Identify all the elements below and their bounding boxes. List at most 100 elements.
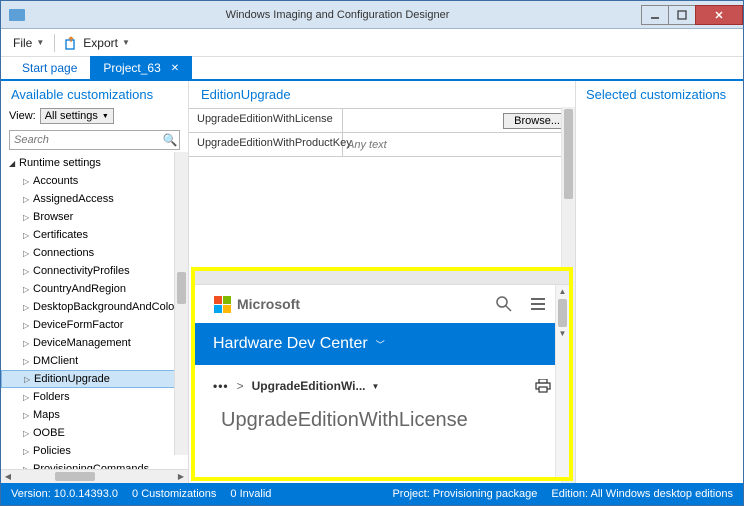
window-title: Windows Imaging and Configuration Design… (33, 9, 642, 21)
app-icon (9, 9, 25, 21)
prop-label-license: UpgradeEditionWithLicense (189, 109, 343, 132)
minimize-button[interactable] (641, 5, 669, 25)
search-row: 🔍 (9, 130, 180, 150)
prop-label-productkey: UpgradeEditionWithProductKey (189, 133, 343, 156)
tree-item-editionupgrade[interactable]: ▷EditionUpgrade (1, 370, 188, 388)
tab-start-page[interactable]: Start page (9, 56, 90, 79)
microsoft-logo-icon (213, 295, 231, 313)
tree-item-devicemanagement[interactable]: ▷DeviceManagement (1, 334, 188, 352)
table-row: UpgradeEditionWithProductKey (189, 133, 575, 157)
search-icon[interactable]: 🔍 (161, 133, 179, 147)
status-invalid: 0 Invalid (230, 488, 271, 500)
expand-icon: ▷ (23, 177, 33, 186)
search-icon[interactable] (495, 295, 513, 313)
doc-topbar (195, 271, 569, 285)
tree-item-accounts[interactable]: ▷Accounts (1, 172, 188, 190)
tree-item-label: Maps (33, 409, 60, 421)
scrollbar-thumb[interactable] (558, 299, 567, 327)
property-table: UpgradeEditionWithLicense Browse... Upgr… (189, 108, 575, 157)
tree-item-assignedaccess[interactable]: ▷AssignedAccess (1, 190, 188, 208)
chevron-down-icon: ▼ (36, 38, 44, 47)
expand-icon: ▷ (23, 393, 33, 402)
scroll-left-icon[interactable]: ◀ (1, 472, 15, 481)
scrollbar-thumb[interactable] (177, 272, 186, 304)
expand-icon: ▷ (23, 447, 33, 456)
doc-vertical-scrollbar[interactable]: ▲ ▼ (555, 285, 569, 477)
close-tab-icon[interactable]: ✕ (171, 63, 179, 74)
breadcrumb-more-icon[interactable]: ••• (213, 379, 229, 393)
doc-section-header[interactable]: Hardware Dev Center﹀ (195, 323, 569, 365)
tree-item-label: DeviceFormFactor (33, 319, 123, 331)
tree-item-deviceformfactor[interactable]: ▷DeviceFormFactor (1, 316, 188, 334)
tree-item-label: DMClient (33, 355, 78, 367)
doc-title: UpgradeEditionWithLicense (195, 401, 569, 446)
available-customizations-title: Available customizations (1, 81, 188, 106)
tree-item-label: Certificates (33, 229, 88, 241)
statusbar: Version: 10.0.14393.0 0 Customizations 0… (1, 483, 743, 505)
center-title: EditionUpgrade (189, 81, 575, 108)
tab-project[interactable]: Project_63✕ (90, 56, 192, 79)
tree-item-browser[interactable]: ▷Browser (1, 208, 188, 226)
expand-icon: ▷ (23, 213, 33, 222)
tree-item-oobe[interactable]: ▷OOBE (1, 424, 188, 442)
chevron-down-icon: ﹀ (376, 338, 385, 351)
titlebar: Windows Imaging and Configuration Design… (1, 1, 743, 29)
tree-item-label: Browser (33, 211, 73, 223)
status-project: Project: Provisioning package (392, 488, 537, 500)
table-row: UpgradeEditionWithLicense Browse... (189, 109, 575, 133)
breadcrumb-current[interactable]: UpgradeEditionWi... (252, 379, 366, 393)
tree-item-policies[interactable]: ▷Policies (1, 442, 188, 460)
hamburger-menu-icon[interactable] (529, 295, 547, 313)
tree-item-connections[interactable]: ▷Connections (1, 244, 188, 262)
tree-item-label: DesktopBackgroundAndColors (33, 301, 183, 313)
tree-item-countryandregion[interactable]: ▷CountryAndRegion (1, 280, 188, 298)
tree-root[interactable]: ◢Runtime settings (1, 154, 188, 172)
tree-item-label: Policies (33, 445, 71, 457)
tree-item-connectivityprofiles[interactable]: ▷ConnectivityProfiles (1, 262, 188, 280)
scroll-down-icon[interactable]: ▼ (556, 327, 569, 341)
left-panel: Available customizations View: All setti… (1, 81, 189, 483)
status-edition: Edition: All Windows desktop editions (551, 488, 733, 500)
tree-item-dmclient[interactable]: ▷DMClient (1, 352, 188, 370)
microsoft-brand: Microsoft (237, 296, 300, 312)
tree-item-label: Folders (33, 391, 70, 403)
right-panel: Selected customizations (575, 81, 743, 483)
search-input[interactable] (10, 134, 161, 146)
tree: ◢Runtime settings ▷Accounts▷AssignedAcce… (1, 152, 188, 469)
tree-item-maps[interactable]: ▷Maps (1, 406, 188, 424)
chevron-down-icon: ▼ (122, 38, 130, 47)
tree-item-label: OOBE (33, 427, 65, 439)
status-customizations: 0 Customizations (132, 488, 216, 500)
chevron-down-icon[interactable]: ▼ (372, 382, 380, 391)
tree-item-folders[interactable]: ▷Folders (1, 388, 188, 406)
tree-item-provisioningcommands[interactable]: ▷ProvisioningCommands (1, 460, 188, 469)
print-icon[interactable] (535, 379, 551, 393)
tree-item-label: CountryAndRegion (33, 283, 126, 295)
breadcrumb: ••• > UpgradeEditionWi... ▼ (195, 365, 569, 401)
tree-item-label: Connections (33, 247, 94, 259)
window-controls (642, 5, 743, 25)
export-icon (65, 36, 79, 50)
tree-vertical-scrollbar[interactable] (174, 152, 188, 455)
main-content: Available customizations View: All setti… (1, 81, 743, 483)
expand-icon: ▷ (23, 231, 33, 240)
expand-icon: ▷ (23, 339, 33, 348)
productkey-input[interactable] (347, 139, 571, 151)
scroll-right-icon[interactable]: ▶ (174, 472, 188, 481)
tree-item-certificates[interactable]: ▷Certificates (1, 226, 188, 244)
expand-icon: ▷ (23, 429, 33, 438)
tree-item-label: ProvisioningCommands (33, 463, 149, 469)
view-select[interactable]: All settings▼ (40, 108, 114, 124)
menu-file[interactable]: File▼ (7, 32, 50, 54)
scrollbar-thumb[interactable] (564, 109, 573, 199)
expand-icon: ▷ (23, 249, 33, 258)
selected-customizations-title: Selected customizations (576, 81, 743, 108)
tabbar: Start page Project_63✕ (1, 57, 743, 81)
scroll-up-icon[interactable]: ▲ (556, 285, 569, 299)
close-button[interactable] (695, 5, 743, 25)
tree-item-desktopbackgroundandcolors[interactable]: ▷DesktopBackgroundAndColors (1, 298, 188, 316)
scrollbar-thumb[interactable] (55, 472, 95, 481)
menu-export[interactable]: Export▼ (59, 32, 136, 54)
tree-horizontal-scrollbar[interactable]: ◀ ▶ (1, 469, 188, 483)
maximize-button[interactable] (668, 5, 696, 25)
